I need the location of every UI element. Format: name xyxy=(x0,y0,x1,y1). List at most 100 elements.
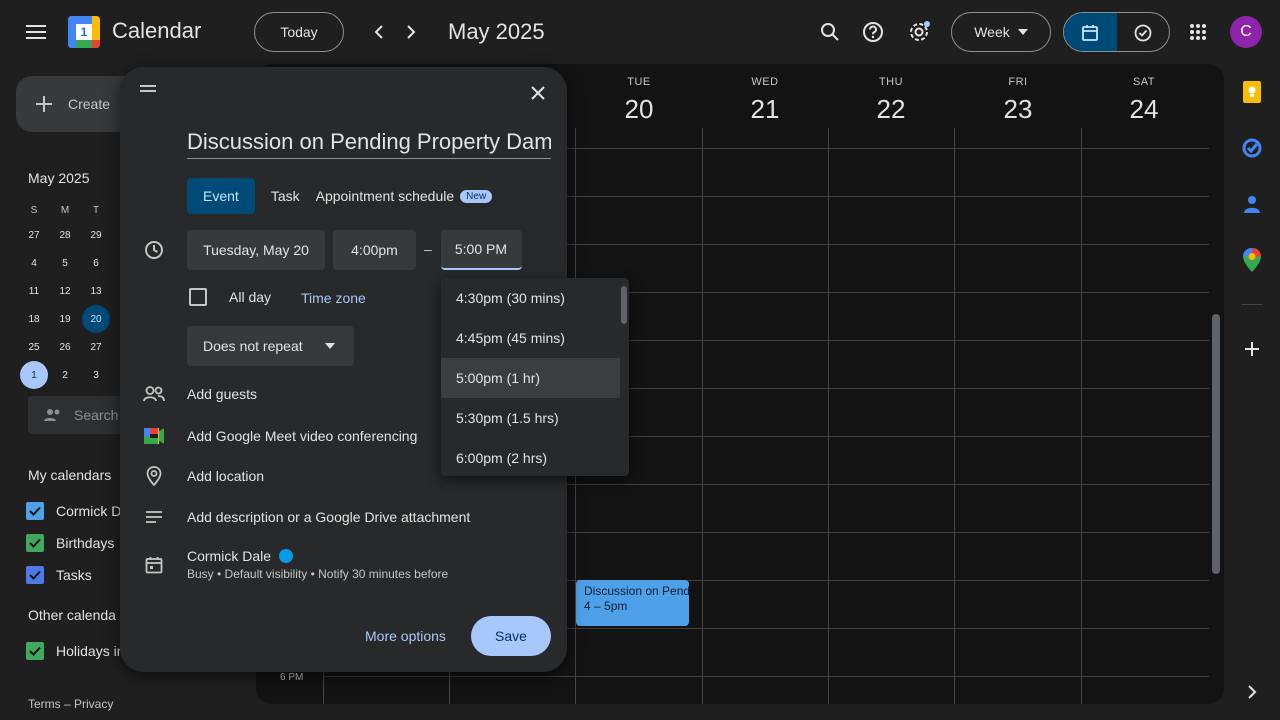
add-meet-button[interactable]: Add Google Meet video conferencing xyxy=(187,428,417,444)
checkbox-checked-icon[interactable] xyxy=(26,566,44,584)
end-time-option-selected[interactable]: 5:00pm (1 hr) xyxy=(441,358,620,398)
keep-icon[interactable] xyxy=(1240,80,1264,104)
time-zone-link[interactable]: Time zone xyxy=(301,290,366,306)
today-button[interactable]: Today xyxy=(254,12,344,52)
end-time-field[interactable]: 5:00 PM xyxy=(441,230,522,270)
mini-day-highlighted[interactable]: 1 xyxy=(20,361,48,389)
close-icon[interactable] xyxy=(524,79,552,107)
day-header[interactable]: WED 21 xyxy=(702,76,828,125)
end-time-option[interactable]: 4:30pm (30 mins) xyxy=(441,278,620,318)
tab-event[interactable]: Event xyxy=(187,178,255,214)
mini-day[interactable]: 19 xyxy=(51,305,79,333)
other-calendars-heading: Other calenda xyxy=(28,607,116,623)
search-icon[interactable] xyxy=(810,12,850,52)
calendar-logo-icon[interactable]: 1 xyxy=(68,16,100,48)
mini-day[interactable]: 6 xyxy=(82,249,110,277)
mini-calendar-title: May 2025 xyxy=(28,170,90,186)
description-icon xyxy=(142,505,166,529)
day-of-week: TUE xyxy=(627,76,651,88)
mini-day[interactable]: 26 xyxy=(51,333,79,361)
event-title-input[interactable]: Discussion on Pending Property Damage xyxy=(187,129,551,159)
checkbox-checked-icon[interactable] xyxy=(26,642,44,660)
next-week-icon[interactable] xyxy=(391,12,431,52)
day-number[interactable]: 24 xyxy=(1081,94,1207,125)
end-time-option[interactable]: 6:00pm (2 hrs) xyxy=(441,438,620,476)
tab-appointment-schedule[interactable]: Appointment schedule New xyxy=(316,188,493,204)
footer-links[interactable]: Terms – Privacy xyxy=(28,697,113,711)
mini-day[interactable]: 4 xyxy=(20,249,48,277)
mini-day[interactable]: 12 xyxy=(51,277,79,305)
mini-day[interactable]: 5 xyxy=(51,249,79,277)
day-header[interactable]: TUE 20 xyxy=(576,76,702,125)
more-options-button[interactable]: More options xyxy=(365,628,446,644)
settings-gear-icon[interactable] xyxy=(899,12,939,52)
calendar-item[interactable]: Tasks xyxy=(26,566,92,584)
day-header[interactable]: SAT 24 xyxy=(1081,76,1207,125)
mini-day[interactable]: 27 xyxy=(82,333,110,361)
day-header[interactable]: FRI 23 xyxy=(955,76,1081,125)
main-menu-icon[interactable] xyxy=(16,12,56,52)
tasks-view-icon[interactable] xyxy=(1117,13,1170,51)
event-type-tabs: Event Task Appointment schedule New xyxy=(187,178,493,214)
mini-day[interactable]: 11 xyxy=(20,277,48,305)
mini-day[interactable]: 3 xyxy=(82,361,110,389)
add-guests-button[interactable]: Add guests xyxy=(187,386,257,402)
event-chip[interactable]: Discussion on Pending 4 – 5pm xyxy=(576,580,689,626)
search-people-placeholder: Search xyxy=(74,407,119,423)
event-title: Discussion on Pending xyxy=(584,584,689,598)
mini-day[interactable]: 28 xyxy=(51,221,79,249)
all-day-label: All day xyxy=(229,289,272,305)
checkbox-unchecked-icon[interactable] xyxy=(189,288,207,306)
account-avatar[interactable]: C xyxy=(1230,16,1262,48)
repeat-select[interactable]: Does not repeat xyxy=(187,326,354,366)
help-icon[interactable] xyxy=(853,12,893,52)
grid-scrollbar[interactable] xyxy=(1212,314,1220,574)
mini-day[interactable]: 2 xyxy=(51,361,79,389)
day-number[interactable]: 21 xyxy=(702,94,828,125)
mini-weekday: T xyxy=(92,204,100,216)
start-time-field[interactable]: 4:00pm xyxy=(333,230,416,270)
end-time-option[interactable]: 4:45pm (45 mins) xyxy=(441,318,620,358)
save-button[interactable]: Save xyxy=(471,616,551,656)
mini-day[interactable]: 18 xyxy=(20,305,48,333)
mini-day[interactable]: 27 xyxy=(20,221,48,249)
drag-handle-icon[interactable] xyxy=(140,85,156,95)
day-number[interactable]: 23 xyxy=(955,94,1081,125)
add-location-button[interactable]: Add location xyxy=(187,468,264,484)
view-selector-button[interactable]: Week xyxy=(951,12,1051,52)
expand-panel-chevron-icon[interactable] xyxy=(1240,680,1264,704)
dropdown-scrollbar[interactable] xyxy=(621,286,627,324)
event-date-field[interactable]: Tuesday, May 20 xyxy=(187,230,325,270)
calendar-item[interactable]: Holidays in xyxy=(26,642,124,660)
day-header[interactable]: THU 22 xyxy=(828,76,954,125)
end-time-option[interactable]: 5:30pm (1.5 hrs) xyxy=(441,398,620,438)
day-number[interactable]: 20 xyxy=(576,94,702,125)
calendar-owner-icon xyxy=(142,553,166,577)
calendar-owner-selector[interactable]: Cormick Dale xyxy=(187,548,294,564)
mini-day[interactable]: 13 xyxy=(82,277,110,305)
maps-icon[interactable] xyxy=(1240,248,1264,272)
mini-weekday: M xyxy=(60,204,70,216)
tab-task[interactable]: Task xyxy=(271,188,300,204)
grid-divider xyxy=(702,128,703,704)
mini-day[interactable]: 29 xyxy=(82,221,110,249)
mini-day[interactable]: 25 xyxy=(20,333,48,361)
hour-line xyxy=(323,676,1209,677)
day-number[interactable]: 22 xyxy=(828,94,954,125)
calendar-view-icon[interactable] xyxy=(1064,13,1117,51)
add-description-button[interactable]: Add description or a Google Drive attach… xyxy=(187,509,470,525)
apps-grid-icon[interactable] xyxy=(1178,12,1218,52)
checkbox-checked-icon[interactable] xyxy=(26,502,44,520)
calendar-owner-details[interactable]: Busy • Default visibility • Notify 30 mi… xyxy=(187,567,448,581)
new-badge: New xyxy=(460,189,493,203)
add-addon-plus-icon[interactable] xyxy=(1240,337,1264,361)
calendar-item[interactable]: Birthdays xyxy=(26,534,114,552)
all-day-checkbox[interactable]: All day xyxy=(189,288,271,306)
mini-day-selected[interactable]: 20 xyxy=(82,305,110,333)
tasks-icon[interactable] xyxy=(1240,136,1264,160)
calendar-item[interactable]: Cormick D xyxy=(26,502,121,520)
contacts-icon[interactable] xyxy=(1240,192,1264,216)
plus-icon xyxy=(36,96,52,112)
tab-appointment-label: Appointment schedule xyxy=(315,188,455,204)
checkbox-checked-icon[interactable] xyxy=(26,534,44,552)
